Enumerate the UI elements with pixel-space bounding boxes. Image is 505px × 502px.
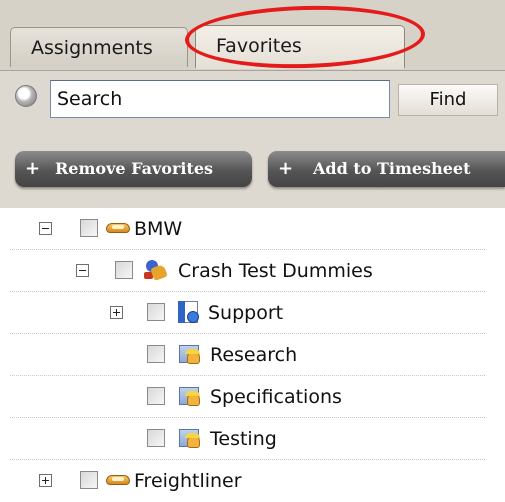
tab-bar: Assignments Favorites [0,0,505,72]
collapse-icon[interactable] [39,222,52,235]
tree-checkbox[interactable] [147,345,165,363]
plus-icon: + [25,158,41,179]
task-icon [178,385,200,407]
tab-assignments[interactable]: Assignments [10,27,188,67]
favorites-tree: BMW Crash Test Dummies Support Research [0,208,505,498]
remove-favorites-label: Remove Favorites [55,159,214,178]
tree-checkbox[interactable] [80,219,98,237]
project-icon [144,259,168,282]
tree-item-label: BMW [134,218,183,240]
tree-row-research[interactable]: Research [0,334,505,376]
handshake-icon [106,222,130,234]
add-to-timesheet-label: Add to Timesheet [313,159,471,178]
expand-icon[interactable] [110,306,123,319]
tab-assignments-label: Assignments [31,37,153,59]
tree-item-label: Crash Test Dummies [178,260,373,282]
find-button[interactable]: Find [398,84,498,116]
support-icon [178,301,200,323]
tree-row-freightliner[interactable]: Freightliner [0,460,505,502]
tree-row-bmw[interactable]: BMW [0,208,505,250]
tree-checkbox[interactable] [147,387,165,405]
plus-icon: + [278,158,294,179]
tree-row-specifications[interactable]: Specifications [0,376,505,418]
tree-checkbox[interactable] [80,471,98,489]
tree-item-label: Research [210,344,298,366]
task-icon [178,427,200,449]
handshake-icon [106,474,130,486]
tree-row-support[interactable]: Support [0,292,505,334]
add-to-timesheet-button[interactable]: + Add to Timesheet [268,151,505,187]
find-button-label: Find [429,89,467,110]
search-input[interactable] [50,80,390,118]
tree-item-label: Specifications [210,386,342,408]
tree-item-label: Freightliner [134,470,242,492]
tree-item-label: Support [208,302,284,324]
tree-row-testing[interactable]: Testing [0,418,505,460]
search-icon [15,85,37,107]
tree-checkbox[interactable] [147,429,165,447]
tree-row-crash-test-dummies[interactable]: Crash Test Dummies [0,250,505,292]
expand-icon[interactable] [39,474,52,487]
task-icon [178,343,200,365]
tree-checkbox[interactable] [115,261,133,279]
remove-favorites-button[interactable]: + Remove Favorites [15,151,252,187]
tree-item-label: Testing [210,428,277,450]
tree-checkbox[interactable] [147,303,165,321]
favorites-panel-header: Assignments Favorites Find + Remove Favo… [0,0,505,209]
collapse-icon[interactable] [76,264,89,277]
